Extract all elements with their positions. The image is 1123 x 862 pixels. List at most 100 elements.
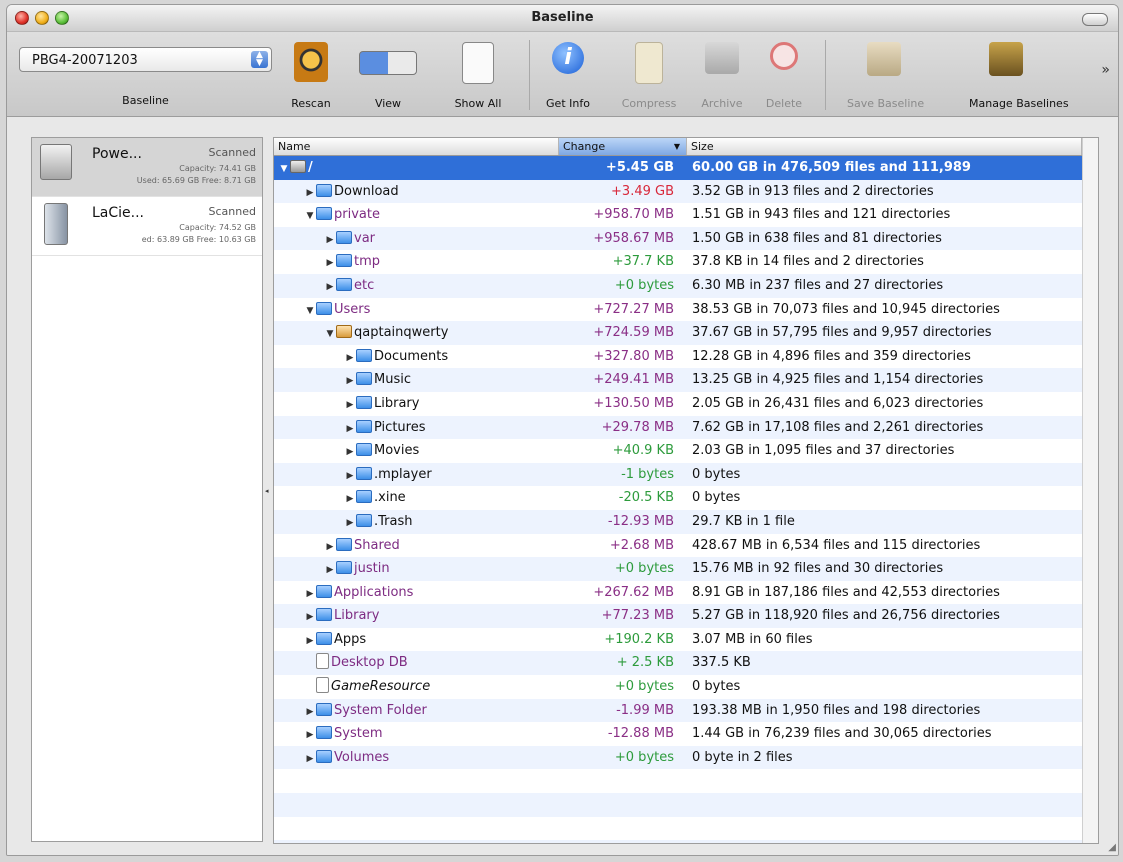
table-row[interactable]: ▶ .mplayer -1 bytes 0 bytes [274, 462, 1098, 489]
table-row[interactable]: ▶ etc +0 bytes 6.30 MB in 237 files and 2… [274, 273, 1098, 300]
disclosure-collapsed-icon[interactable]: ▶ [344, 441, 356, 465]
view-label: View [374, 97, 402, 110]
view-button[interactable]: View [359, 42, 417, 110]
toolbar-overflow-button[interactable]: » [1101, 62, 1110, 78]
table-row[interactable]: Desktop DB + 2.5 KB 337.5 KB [274, 651, 1098, 676]
disclosure-collapsed-icon[interactable]: ▶ [324, 276, 336, 300]
table-row[interactable]: ▶ .Trash -12.93 MB 29.7 KB in 1 file [274, 509, 1098, 536]
row-size: 0 bytes [692, 490, 741, 506]
disclosure-collapsed-icon[interactable]: ▶ [344, 370, 356, 394]
disclosure-collapsed-icon[interactable]: ▶ [344, 394, 356, 418]
row-size: 0 bytes [692, 679, 741, 695]
disclosure-collapsed-icon[interactable]: ▶ [304, 583, 316, 607]
users-folder-icon [316, 301, 332, 315]
table-row[interactable]: ▶ Documents +327.80 MB 12.28 GB in 4,896 … [274, 345, 1098, 369]
get-info-button[interactable]: i Get Info [546, 42, 590, 110]
device-item[interactable]: LaCie... Scanned Capacity: 74.52 GB ed: … [32, 197, 262, 256]
save-baseline-button[interactable]: Save Baseline [847, 42, 924, 110]
document-icon [316, 653, 329, 670]
table-row[interactable]: ▶ Shared +2.68 MB 428.67 MB in 6,534 file… [274, 534, 1098, 558]
disclosure-collapsed-icon[interactable]: ▶ [304, 748, 316, 772]
row-name: System [334, 726, 383, 742]
baseline-popup[interactable]: PBG4-20071203 ▲ ▼ [19, 47, 272, 72]
table-row[interactable]: ▼ Users +727.27 MB 38.53 GB in 70,073 fil… [274, 298, 1098, 322]
disclosure-expanded-icon[interactable]: ▼ [304, 205, 316, 229]
show-all-button[interactable]: Show All [455, 42, 501, 110]
disclosure-collapsed-icon[interactable]: ▶ [304, 630, 316, 654]
compress-button[interactable]: Compress [622, 42, 676, 110]
row-change: +29.78 MB [601, 419, 674, 435]
table-row[interactable]: ▶ System Folder -1.99 MB 193.38 MB in 1,9… [274, 698, 1098, 725]
disclosure-expanded-icon[interactable]: ▼ [324, 323, 336, 347]
column-header-size[interactable]: Size [687, 138, 1082, 155]
device-name: Powe... [92, 146, 142, 162]
device-item[interactable]: Powe... Scanned Capacity: 74.41 GB Used:… [32, 138, 262, 197]
disclosure-collapsed-icon[interactable]: ▶ [344, 512, 356, 536]
manage-baselines-label: Manage Baselines [969, 97, 1069, 110]
table-row[interactable]: ▶ Apps +190.2 KB 3.07 MB in 60 files [274, 628, 1098, 652]
row-size: 3.07 MB in 60 files [692, 631, 813, 647]
row-size: 15.76 MB in 92 files and 30 directories [692, 561, 944, 577]
folder-icon [316, 631, 332, 645]
disclosure-collapsed-icon[interactable]: ▶ [304, 182, 316, 206]
row-name: etc [354, 277, 375, 293]
sort-descending-icon: ▼ [673, 142, 680, 151]
table-row[interactable]: ▼ private +958.70 MB 1.51 GB in 943 files… [274, 203, 1098, 227]
disclosure-collapsed-icon[interactable]: ▶ [344, 347, 356, 371]
toolbar-separator [529, 40, 530, 110]
table-row[interactable]: ▶ Movies +40.9 KB 2.03 GB in 1,095 files … [274, 439, 1098, 463]
disclosure-collapsed-icon[interactable]: ▶ [344, 488, 356, 512]
disclosure-collapsed-icon[interactable]: ▶ [324, 559, 336, 583]
movies-folder-icon [356, 443, 372, 457]
table-row[interactable]: ▶ Volumes +0 bytes 0 byte in 2 files [274, 745, 1098, 772]
table-row[interactable]: ▶ System -12.88 MB 1.44 GB in 76,239 file… [274, 722, 1098, 746]
row-change: +0 bytes [614, 749, 674, 765]
row-name: justin [354, 561, 390, 577]
split-view-handle[interactable]: ◂ [265, 487, 269, 495]
table-row[interactable]: ▼ qaptainqwerty +724.59 MB 37.67 GB in 57… [274, 321, 1098, 345]
row-name: .mplayer [374, 466, 432, 482]
manage-baselines-button[interactable]: Manage Baselines [969, 42, 1069, 110]
disclosure-collapsed-icon[interactable]: ▶ [304, 606, 316, 630]
table-row[interactable]: ▶ justin +0 bytes 15.76 MB in 92 files an… [274, 557, 1098, 581]
table-row[interactable]: ▶ var +958.67 MB 1.50 GB in 638 files and… [274, 226, 1098, 253]
table-row[interactable]: ▶ Music +249.41 MB 13.25 GB in 4,925 file… [274, 368, 1098, 392]
table-row[interactable]: ▶ Download +3.49 GB 3.52 GB in 913 files … [274, 179, 1098, 206]
folder-icon [316, 726, 332, 740]
show-all-icon [462, 42, 494, 84]
row-size: 37.8 KB in 14 files and 2 directories [692, 254, 924, 270]
row-change: +327.80 MB [593, 348, 674, 364]
disclosure-collapsed-icon[interactable]: ▶ [324, 229, 336, 253]
folder-icon [336, 537, 352, 551]
delete-button[interactable]: Delete [766, 42, 802, 110]
table-row[interactable]: ▶ Library +130.50 MB 2.05 GB in 26,431 fi… [274, 392, 1098, 416]
disclosure-collapsed-icon[interactable]: ▶ [304, 701, 316, 725]
table-row[interactable]: ▶ tmp +37.7 KB 37.8 KB in 14 files and 2 … [274, 250, 1098, 274]
main-content: Powe... Scanned Capacity: 74.41 GB Used:… [7, 117, 1118, 855]
table-row[interactable]: ▶ Applications +267.62 MB 8.91 GB in 187,… [274, 581, 1098, 605]
disclosure-collapsed-icon[interactable]: ▶ [344, 418, 356, 442]
table-row[interactable]: ▶ Library +77.23 MB 5.27 GB in 118,920 fi… [274, 604, 1098, 628]
table-row[interactable]: ▼ / +5.45 GB 60.00 GB in 476,509 files an… [274, 156, 1098, 180]
rescan-button[interactable]: Rescan [291, 42, 331, 110]
disclosure-collapsed-icon[interactable]: ▶ [344, 465, 356, 489]
documents-folder-icon [356, 348, 372, 362]
table-row[interactable]: GameResource +0 bytes 0 bytes [274, 675, 1098, 699]
table-row[interactable]: ▶ .xine -20.5 KB 0 bytes [274, 486, 1098, 510]
column-header-change[interactable]: Change ▼ [559, 138, 687, 155]
archive-button[interactable]: Archive [701, 42, 743, 110]
disclosure-expanded-icon[interactable]: ▼ [278, 158, 290, 182]
disclosure-collapsed-icon[interactable]: ▶ [304, 724, 316, 748]
column-header-name[interactable]: Name [274, 138, 559, 155]
toolbar-toggle-button[interactable] [1082, 13, 1108, 26]
row-size: 6.30 MB in 237 files and 27 directories [692, 277, 944, 293]
resize-grip-icon[interactable]: ◢ [1108, 842, 1116, 853]
disclosure-collapsed-icon[interactable]: ▶ [324, 252, 336, 276]
vertical-scrollbar[interactable] [1082, 138, 1098, 843]
disclosure-expanded-icon[interactable]: ▼ [304, 300, 316, 324]
table-row[interactable]: ▶ Pictures +29.78 MB 7.62 GB in 17,108 fi… [274, 415, 1098, 442]
disclosure-collapsed-icon[interactable]: ▶ [324, 536, 336, 560]
row-change: +190.2 KB [604, 631, 674, 647]
title-bar: Baseline [7, 5, 1118, 32]
device-usage: Used: 65.69 GB Free: 8.71 GB [136, 176, 256, 185]
